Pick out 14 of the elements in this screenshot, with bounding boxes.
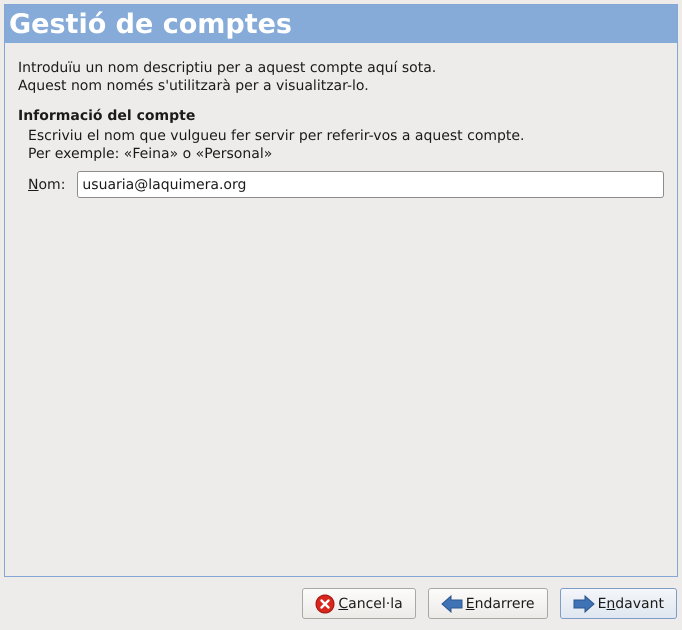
help-text: Per exemple: «Feina» o «Personal»	[28, 145, 274, 163]
right-arrow-icon	[572, 594, 595, 612]
help-text: Escriviu el nom que vulgueu fer servir per referir-vos a aquest compte.	[28, 127, 526, 145]
section-heading: Informació del compte	[18, 107, 196, 125]
field-label: Nom:	[28, 176, 66, 192]
intro-text: Introduïu un nom descriptiu per a aquest compte aquí sota.	[18, 59, 438, 77]
left-arrow-icon	[440, 594, 463, 612]
dialog-title: Gestió de comptes	[9, 10, 292, 38]
cancel-icon	[315, 594, 336, 614]
forward-button[interactable]: Endavant	[560, 588, 677, 619]
intro-text: Aquest nom només s'utilitzarà per a visualitzar-lo.	[18, 77, 370, 95]
cancel-button[interactable]: Cancel·la	[302, 588, 416, 619]
back-button[interactable]: Endarrere	[428, 588, 548, 619]
name-field[interactable]: usuaria@laquimera.org	[77, 171, 664, 198]
